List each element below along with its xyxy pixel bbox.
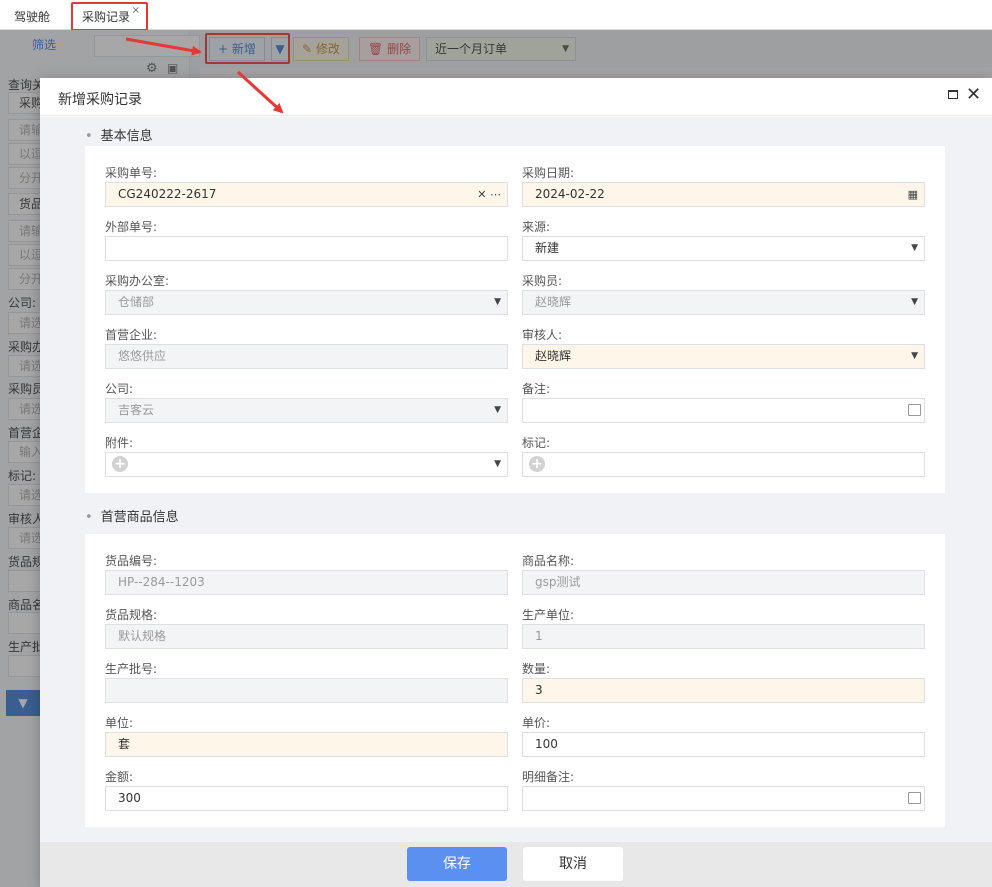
source-value: 新建 (535, 241, 560, 255)
edit-icon[interactable] (908, 404, 921, 416)
reviewer-select[interactable]: 赵晓辉 ▼ (522, 344, 925, 369)
add-icon[interactable]: + (529, 456, 545, 472)
goods-no-label: 货品编号: (105, 554, 158, 568)
detail-remark-field[interactable] (522, 786, 925, 811)
spec-label: 货品规格: (105, 608, 158, 622)
caret-down-icon: ▼ (494, 405, 501, 415)
attachment-field[interactable]: + ▼ (105, 452, 508, 477)
company-select[interactable]: 吉客云 ▼ (105, 398, 508, 423)
source-select[interactable]: 新建 ▼ (522, 236, 925, 261)
spec-value: 默认规格 (118, 629, 167, 643)
dialog-footer: 保存 取消 (40, 842, 992, 887)
dialog-header: 新增采购记录 ✕ (40, 78, 992, 116)
amount-value: 300 (118, 791, 141, 805)
buyer-label: 采购员: (522, 274, 563, 288)
order-no-value: CG240222-2617 (118, 187, 217, 201)
unit-price-field[interactable]: 100 (522, 732, 925, 757)
unit-price-label: 单价: (522, 716, 551, 730)
caret-down-icon: ▼ (494, 297, 501, 307)
unit-value: 套 (118, 737, 131, 751)
remark-label: 备注: (522, 382, 551, 396)
external-no-field[interactable] (105, 236, 508, 261)
amount-label: 金额: (105, 770, 134, 784)
dialog-body: 基本信息 采购单号: CG240222-2617 ✕ ⋯ 采购日期: 2024-… (40, 117, 992, 842)
calendar-icon[interactable]: ▦ (908, 183, 918, 206)
amount-field[interactable]: 300 (105, 786, 508, 811)
clear-more-icon[interactable]: ✕ ⋯ (477, 183, 501, 206)
prod-unit-label: 生产单位: (522, 608, 575, 622)
order-date-field[interactable]: 2024-02-22 ▦ (522, 182, 925, 207)
caret-down-icon: ▼ (911, 351, 918, 361)
unit-field[interactable]: 套 (105, 732, 508, 757)
maximize-icon[interactable] (948, 90, 958, 99)
reviewer-label: 审核人: (522, 328, 563, 342)
prod-unit-field: 1 (522, 624, 925, 649)
detail-remark-label: 明细备注: (522, 770, 575, 784)
prod-unit-value: 1 (535, 629, 543, 643)
order-date-value: 2024-02-22 (535, 187, 605, 201)
reviewer-value: 赵晓辉 (535, 349, 572, 363)
order-date-label: 采购日期: (522, 166, 575, 180)
buyer-select[interactable]: 赵晓辉 ▼ (522, 290, 925, 315)
order-no-label: 采购单号: (105, 166, 158, 180)
first-company-value: 悠悠供应 (118, 349, 167, 363)
order-no-field[interactable]: CG240222-2617 ✕ ⋯ (105, 182, 508, 207)
cancel-button[interactable]: 取消 (523, 847, 623, 881)
batch-no-label: 生产批号: (105, 662, 158, 676)
batch-no-field (105, 678, 508, 703)
product-name-label: 商品名称: (522, 554, 575, 568)
basic-info-card: 采购单号: CG240222-2617 ✕ ⋯ 采购日期: 2024-02-22… (85, 146, 945, 493)
source-label: 来源: (522, 220, 551, 234)
office-select[interactable]: 仓储部 ▼ (105, 290, 508, 315)
first-company-label: 首营企业: (105, 328, 158, 342)
goods-no-value: HP--284--1203 (118, 575, 205, 589)
tag-field[interactable]: + (522, 452, 925, 477)
edit-icon[interactable] (908, 792, 921, 804)
save-button[interactable]: 保存 (407, 847, 507, 881)
product-name-field: gsp测试 (522, 570, 925, 595)
tab-highlight-box (71, 2, 148, 31)
tab-bar: 驾驶舱 采购记录 × (0, 0, 992, 30)
close-icon[interactable]: ✕ (966, 85, 981, 105)
company-label: 公司: (105, 382, 134, 396)
first-company-field: 悠悠供应 (105, 344, 508, 369)
new-purchase-dialog: 新增采购记录 ✕ 基本信息 采购单号: CG240222-2617 ✕ ⋯ 采购… (40, 78, 992, 887)
attachment-label: 附件: (105, 436, 134, 450)
spec-field: 默认规格 (105, 624, 508, 649)
quantity-field[interactable]: 3 (522, 678, 925, 703)
unit-label: 单位: (105, 716, 134, 730)
unit-price-value: 100 (535, 737, 558, 751)
caret-down-icon: ▼ (494, 459, 501, 469)
add-icon[interactable]: + (112, 456, 128, 472)
goods-info-card: 货品编号: HP--284--1203 商品名称: gsp测试 货品规格: 默认… (85, 534, 945, 827)
tag-label: 标记: (522, 436, 551, 450)
office-label: 采购办公室: (105, 274, 170, 288)
caret-down-icon: ▼ (911, 297, 918, 307)
office-value: 仓储部 (118, 295, 155, 309)
quantity-label: 数量: (522, 662, 551, 676)
quantity-value: 3 (535, 683, 543, 697)
section-title-basic: 基本信息 (85, 125, 153, 144)
external-no-label: 外部单号: (105, 220, 158, 234)
section-title-goods: 首营商品信息 (85, 506, 179, 525)
caret-down-icon: ▼ (911, 243, 918, 253)
company-value: 吉客云 (118, 403, 155, 417)
product-name-value: gsp测试 (535, 575, 581, 589)
dialog-title: 新增采购记录 (58, 92, 142, 108)
buyer-value: 赵晓辉 (535, 295, 572, 309)
goods-no-field: HP--284--1203 (105, 570, 508, 595)
tab-dashboard[interactable]: 驾驶舱 (6, 6, 58, 28)
remark-field[interactable] (522, 398, 925, 423)
